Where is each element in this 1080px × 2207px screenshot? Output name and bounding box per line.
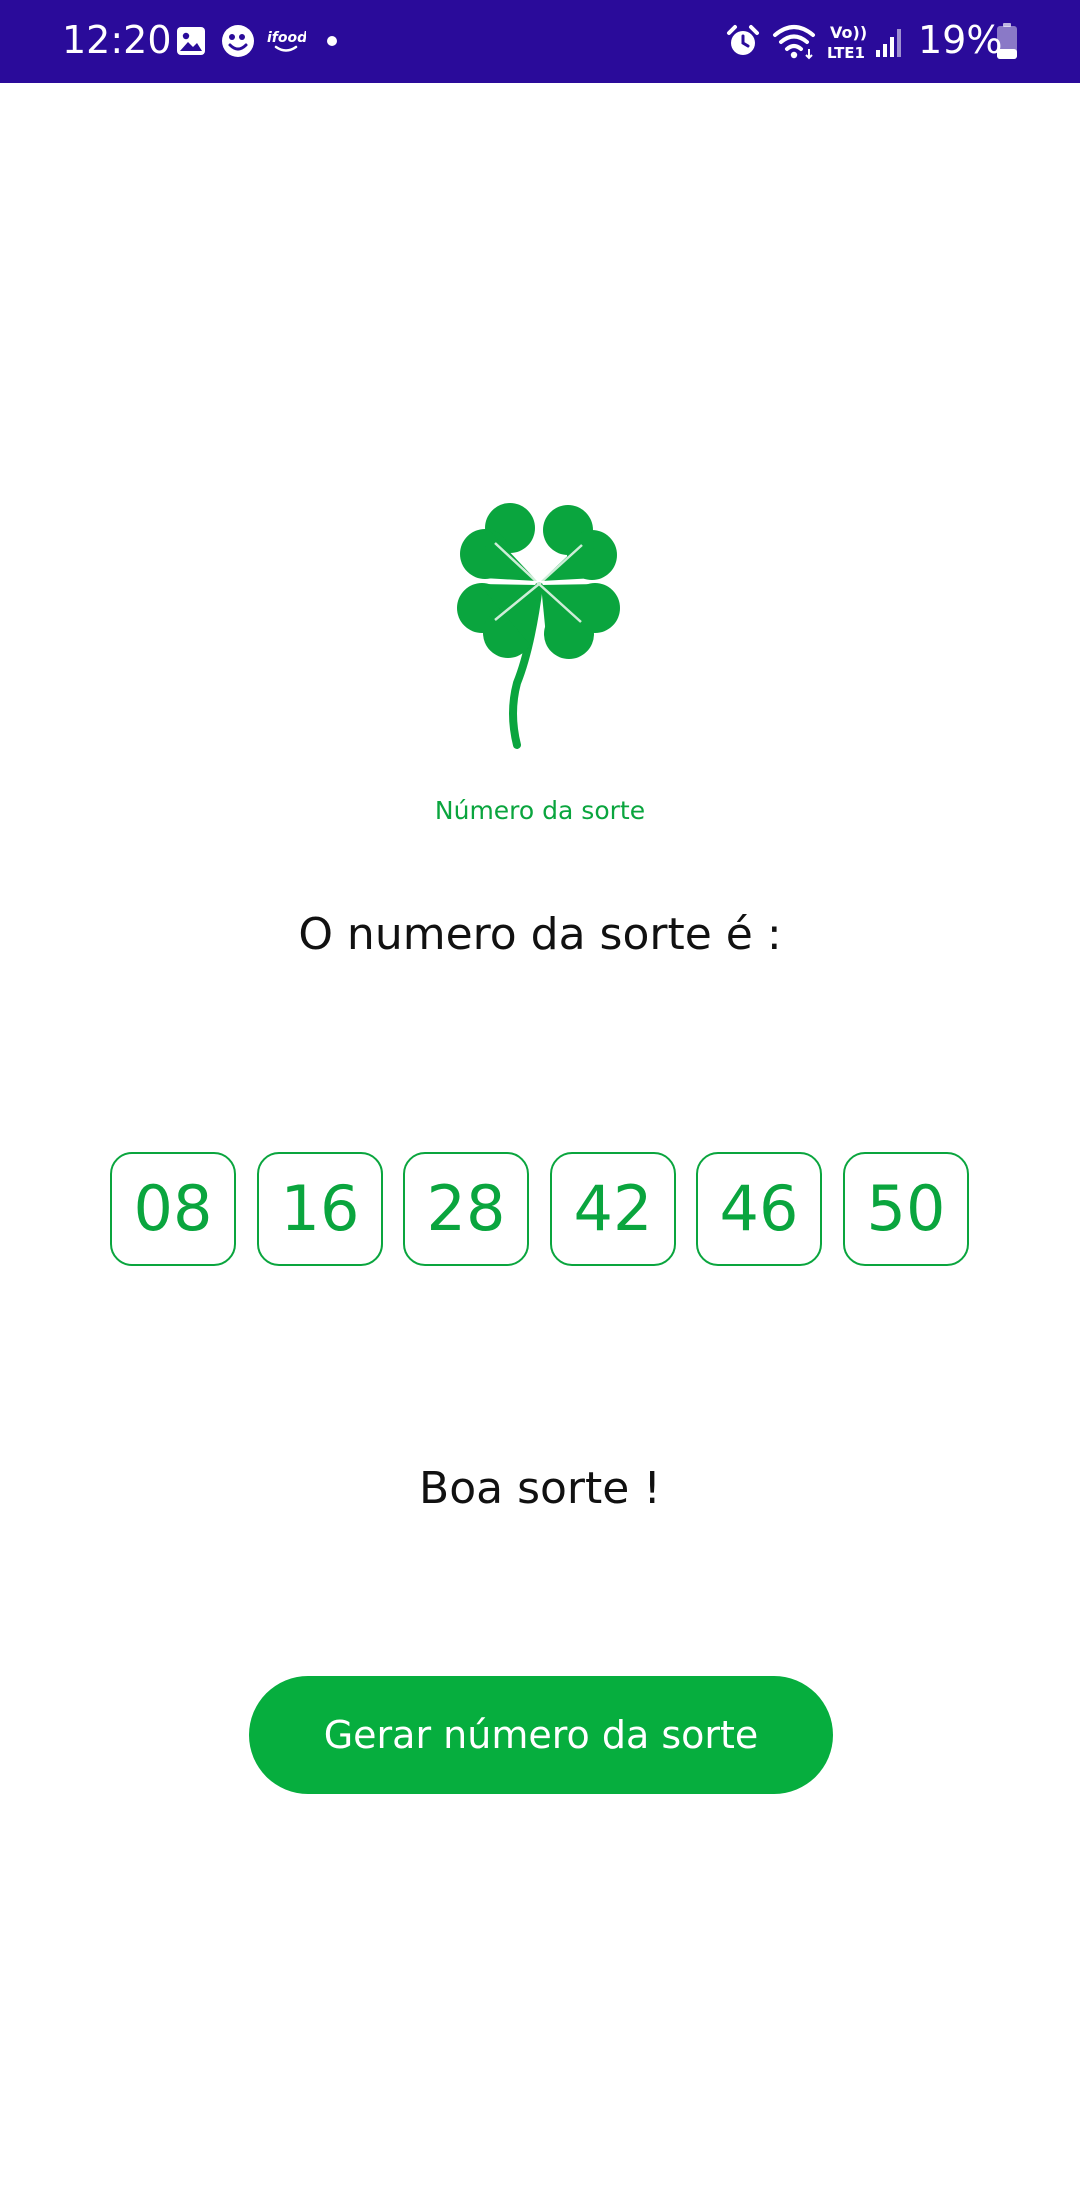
volte-icon: Vo)) LTE1 <box>827 23 867 62</box>
signal-icon <box>876 29 901 57</box>
ifood-icon: ifood <box>267 30 306 52</box>
four-leaf-clover-icon <box>457 503 620 749</box>
lucky-number-5: 46 <box>696 1152 822 1266</box>
svg-text:Vo)): Vo)) <box>830 23 867 42</box>
lucky-number-4: 42 <box>550 1152 676 1266</box>
lucky-number-heading: O numero da sorte é : <box>298 909 782 960</box>
battery-icon <box>997 23 1017 59</box>
generate-lucky-number-button[interactable]: Gerar número da sorte <box>249 1676 833 1794</box>
logo-caption: Número da sorte <box>434 796 646 825</box>
battery-percent: 19% <box>918 18 1003 62</box>
lucky-number-1: 08 <box>110 1152 236 1266</box>
good-luck-message: Boa sorte ! <box>419 1463 661 1514</box>
svg-text:LTE1: LTE1 <box>827 44 865 62</box>
dot-icon <box>327 36 337 46</box>
smiley-icon <box>222 25 254 57</box>
wifi-icon <box>773 25 815 60</box>
gallery-icon <box>177 27 205 55</box>
lucky-number-3: 28 <box>403 1152 529 1266</box>
lucky-numbers-row: 08 16 28 42 46 50 <box>110 1152 972 1268</box>
status-bar: 12:20 ifood Vo)) LTE1 19% <box>0 0 1080 83</box>
lucky-number-2: 16 <box>257 1152 383 1266</box>
status-time: 12:20 <box>62 18 172 62</box>
svg-text:ifood: ifood <box>267 30 306 46</box>
alarm-icon <box>727 25 759 55</box>
lucky-number-6: 50 <box>843 1152 969 1266</box>
